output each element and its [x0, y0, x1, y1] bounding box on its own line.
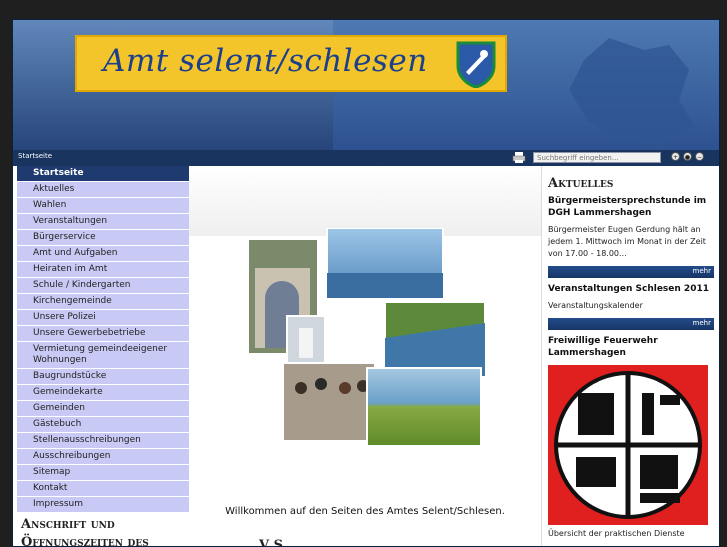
zoom-in-icon[interactable]: + — [671, 152, 680, 161]
sidebar-item-aktuelles[interactable]: Aktuelles — [17, 182, 189, 198]
news1-text: Bürgermeister Eugen Gerdung hält an jede… — [548, 225, 706, 258]
zoom-out-icon[interactable]: − — [695, 152, 704, 161]
welcome-text: Willkommen auf den Seiten des Amtes Sele… — [225, 506, 505, 517]
photo-collage — [247, 228, 486, 447]
sidebar-item-amt-und-aufgaben[interactable]: Amt und Aufgaben — [17, 246, 189, 262]
coat-of-arms-icon — [456, 41, 496, 88]
fire-brigade-icon — [554, 371, 702, 519]
news2-more-bar[interactable]: mehr — [548, 318, 714, 330]
sidebar-item-sitemap[interactable]: Sitemap — [17, 465, 189, 481]
region-map-silhouette — [569, 38, 694, 145]
breadcrumb[interactable]: Startseite — [18, 152, 52, 160]
sidebar-item-heiraten[interactable]: Heiraten im Amt — [17, 262, 189, 278]
fire-brigade-emblem — [548, 365, 708, 525]
sidebar-item-baugrundstuecke[interactable]: Baugrundstücke — [17, 369, 189, 385]
sidebar-item-kirchengemeinde[interactable]: Kirchengemeinde — [17, 294, 189, 310]
zoom-reset-icon[interactable]: ● — [683, 152, 692, 161]
news1-more-bar[interactable]: mehr — [548, 266, 714, 278]
news1-more-link[interactable]: mehr — [693, 267, 711, 275]
news2-title[interactable]: Veranstaltungen Schlesen 2011 — [542, 281, 719, 297]
site-logo-banner[interactable]: Amt selent/schlesen — [75, 35, 507, 92]
search-input[interactable] — [533, 152, 661, 163]
news2-text: Veranstaltungskalender — [548, 301, 643, 310]
sidebar-item-veranstaltungen[interactable]: Veranstaltungen — [17, 214, 189, 230]
page-frame: Amt selent/schlesen Startseite + ● − Sta… — [12, 19, 720, 547]
sidebar-item-vermietung[interactable]: Vermietung gemeindeeigener Wohnungen — [17, 342, 189, 369]
news3-caption: Übersicht der praktischen Dienste — [548, 529, 685, 538]
sidebar-item-gewerbebetriebe[interactable]: Unsere Gewerbebetriebe — [17, 326, 189, 342]
sidebar-item-polizei[interactable]: Unsere Polizei — [17, 310, 189, 326]
site-title: Amt selent/schlesen — [103, 43, 428, 79]
sidebar-item-gemeinden[interactable]: Gemeinden — [17, 401, 189, 417]
sidebar-item-startseite[interactable]: Startseite — [17, 166, 189, 182]
news-column: Aktuelles Bürgermeistersprechstunde im D… — [541, 166, 719, 546]
news1-title[interactable]: Bürgermeistersprechstunde im DGH Lammers… — [542, 193, 719, 221]
sidebar-item-wahlen[interactable]: Wahlen — [17, 198, 189, 214]
main-content: Willkommen auf den Seiten des Amtes Sele… — [189, 166, 541, 546]
main-top-band — [189, 166, 541, 236]
news3-title[interactable]: Freiwillige Feuerwehr Lammershagen — [542, 333, 719, 361]
top-navbar: Startseite + ● − — [13, 150, 719, 166]
sidebar-item-gaestebuch[interactable]: Gästebuch — [17, 417, 189, 433]
sidebar-item-kontakt[interactable]: Kontakt — [17, 481, 189, 497]
sidebar-item-impressum[interactable]: Impressum — [17, 497, 189, 513]
sidebar: Startseite Aktuelles Wahlen Veranstaltun… — [17, 166, 189, 546]
sidebar-item-ausschreibungen[interactable]: Ausschreibungen — [17, 449, 189, 465]
sidebar-item-gemeindekarte[interactable]: Gemeindekarte — [17, 385, 189, 401]
sidebar-item-schule[interactable]: Schule / Kindergarten — [17, 278, 189, 294]
sidebar-item-stellenausschreibungen[interactable]: Stellenausschreibungen — [17, 433, 189, 449]
print-icon[interactable] — [512, 151, 526, 164]
site-header: Amt selent/schlesen — [13, 20, 719, 150]
sidebar-item-buergerservice[interactable]: Bürgerservice — [17, 230, 189, 246]
address-heading: Anschrift und Öffnungszeiten des Amtes S… — [21, 517, 149, 547]
section-heading-cut: V S — [259, 538, 284, 547]
news2-more-link[interactable]: mehr — [693, 319, 711, 327]
news-heading: Aktuelles — [548, 176, 614, 191]
sidebar-menu: Startseite Aktuelles Wahlen Veranstaltun… — [17, 166, 189, 513]
